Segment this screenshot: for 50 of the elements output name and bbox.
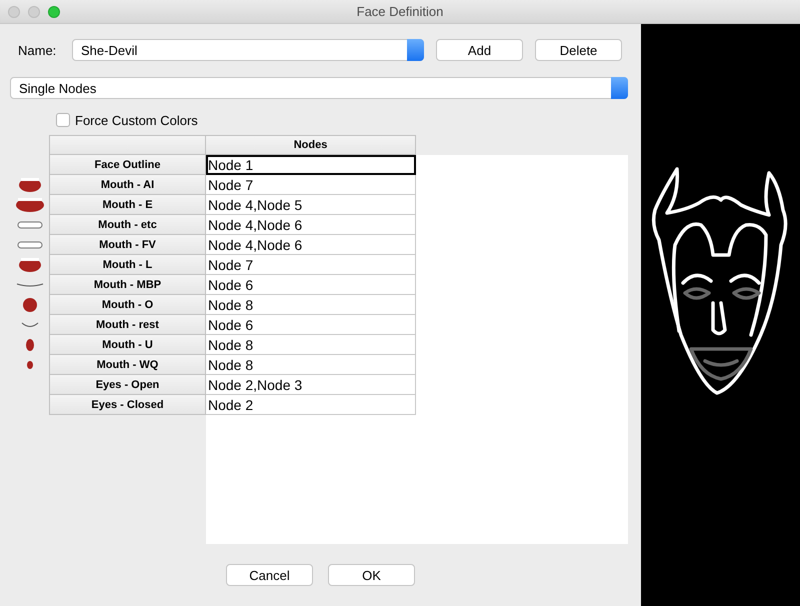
table-cell[interactable]: Node 4,Node 5 (206, 195, 416, 215)
table-cell[interactable]: Node 7 (206, 175, 416, 195)
window-title: Face Definition (356, 4, 444, 19)
table-cell[interactable]: Node 8 (206, 335, 416, 355)
mouth-icon (18, 178, 40, 192)
mouth-icon (16, 221, 42, 229)
add-button[interactable]: Add (436, 39, 523, 61)
mouth-icon (18, 258, 40, 272)
row-header: Mouth - U (49, 335, 206, 355)
table-cell[interactable]: Node 1 (206, 155, 416, 175)
row-header: Mouth - L (49, 255, 206, 275)
checkbox[interactable] (56, 113, 70, 127)
table-cell[interactable]: Node 8 (206, 295, 416, 315)
row-header: Mouth - rest (49, 315, 206, 335)
row-header: Mouth - E (49, 195, 206, 215)
mode-dropdown[interactable]: Single Nodes (10, 77, 628, 99)
ok-button[interactable]: OK (328, 564, 415, 586)
row-header: Mouth - MBP (49, 275, 206, 295)
table-cell[interactable]: Node 4,Node 6 (206, 215, 416, 235)
row-header: Face Outline (49, 155, 206, 175)
row-header: Eyes - Open (49, 375, 206, 395)
table-cell[interactable]: Node 6 (206, 275, 416, 295)
table-cell[interactable]: Node 2 (206, 395, 416, 415)
row-header: Mouth - FV (49, 235, 206, 255)
minimize-icon[interactable] (28, 6, 40, 18)
mouth-icon (16, 282, 44, 288)
table-cell[interactable]: Node 2,Node 3 (206, 375, 416, 395)
name-dropdown[interactable]: She-Devil (72, 39, 424, 61)
cancel-button[interactable]: Cancel (226, 564, 313, 586)
name-label: Name: (18, 42, 58, 58)
close-icon[interactable] (8, 6, 20, 18)
mouth-icon (16, 198, 44, 212)
zoom-icon[interactable] (48, 6, 60, 18)
mouth-icon (20, 322, 38, 328)
checkbox-label: Force Custom Colors (75, 112, 198, 128)
row-header: Mouth - WQ (49, 355, 206, 375)
row-header: Mouth - O (49, 295, 206, 315)
row-header: Mouth - etc (49, 215, 206, 235)
delete-button[interactable]: Delete (535, 39, 622, 61)
mouth-icon (26, 339, 34, 351)
table-cell[interactable]: Node 7 (206, 255, 416, 275)
mouth-icon (16, 241, 42, 249)
table-cell[interactable]: Node 8 (206, 355, 416, 375)
table-cell[interactable]: Node 6 (206, 315, 416, 335)
mouth-icon (26, 361, 32, 369)
row-header: Mouth - AI (49, 175, 206, 195)
mouth-icon (22, 298, 36, 312)
table-cell[interactable]: Node 4,Node 6 (206, 235, 416, 255)
column-header[interactable]: Nodes (206, 135, 416, 155)
row-header: Eyes - Closed (49, 395, 206, 415)
